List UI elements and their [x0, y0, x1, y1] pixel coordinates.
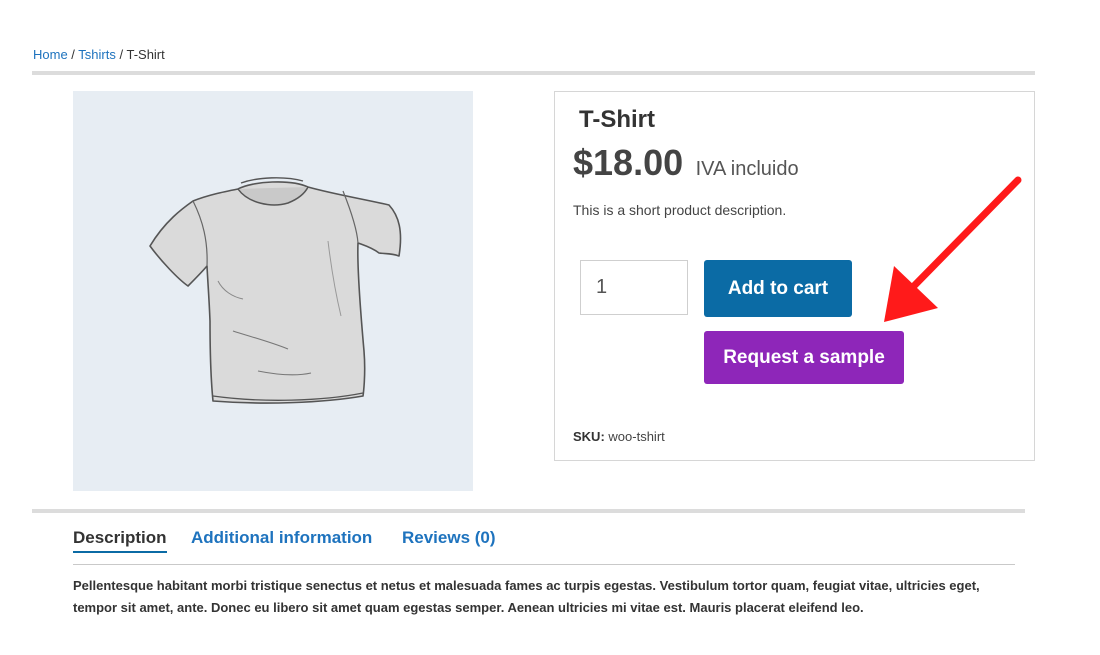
request-sample-button[interactable]: Request a sample — [704, 331, 904, 384]
product-title: T-Shirt — [579, 106, 655, 133]
tab-description[interactable]: Description — [73, 528, 167, 553]
breadcrumb-current: T-Shirt — [126, 47, 165, 62]
sku-label: SKU: — [573, 429, 605, 444]
sku-info: SKU: woo-tshirt — [573, 429, 665, 444]
annotation-arrow-icon — [884, 176, 1022, 322]
tax-note: IVA incluido — [695, 158, 799, 180]
price-row: $18.00 IVA incluido — [573, 142, 799, 184]
quantity-input[interactable] — [580, 260, 688, 315]
breadcrumb-separator: / — [115, 47, 127, 62]
short-description: This is a short product description. — [573, 202, 787, 218]
product-image[interactable] — [73, 91, 473, 491]
description-text: Pellentesque habitant morbi tristique se… — [73, 578, 980, 615]
product-price: $18.00 — [573, 142, 684, 183]
add-to-cart-button[interactable]: Add to cart — [704, 260, 852, 317]
breadcrumb-home-link[interactable]: Home — [33, 47, 68, 62]
tshirt-illustration-icon — [149, 177, 402, 404]
tab-reviews[interactable]: Reviews (0) — [402, 528, 496, 551]
tab-additional-information[interactable]: Additional information — [191, 528, 372, 551]
breadcrumb: Home / Tshirts / T-Shirt — [33, 47, 165, 62]
product-tabs: Description Additional information Revie… — [73, 528, 1015, 565]
header-divider — [32, 71, 1035, 75]
breadcrumb-separator: / — [67, 47, 79, 62]
sku-value: woo-tshirt — [608, 429, 665, 444]
breadcrumb-category-link[interactable]: Tshirts — [78, 47, 116, 62]
content-divider — [32, 509, 1025, 513]
